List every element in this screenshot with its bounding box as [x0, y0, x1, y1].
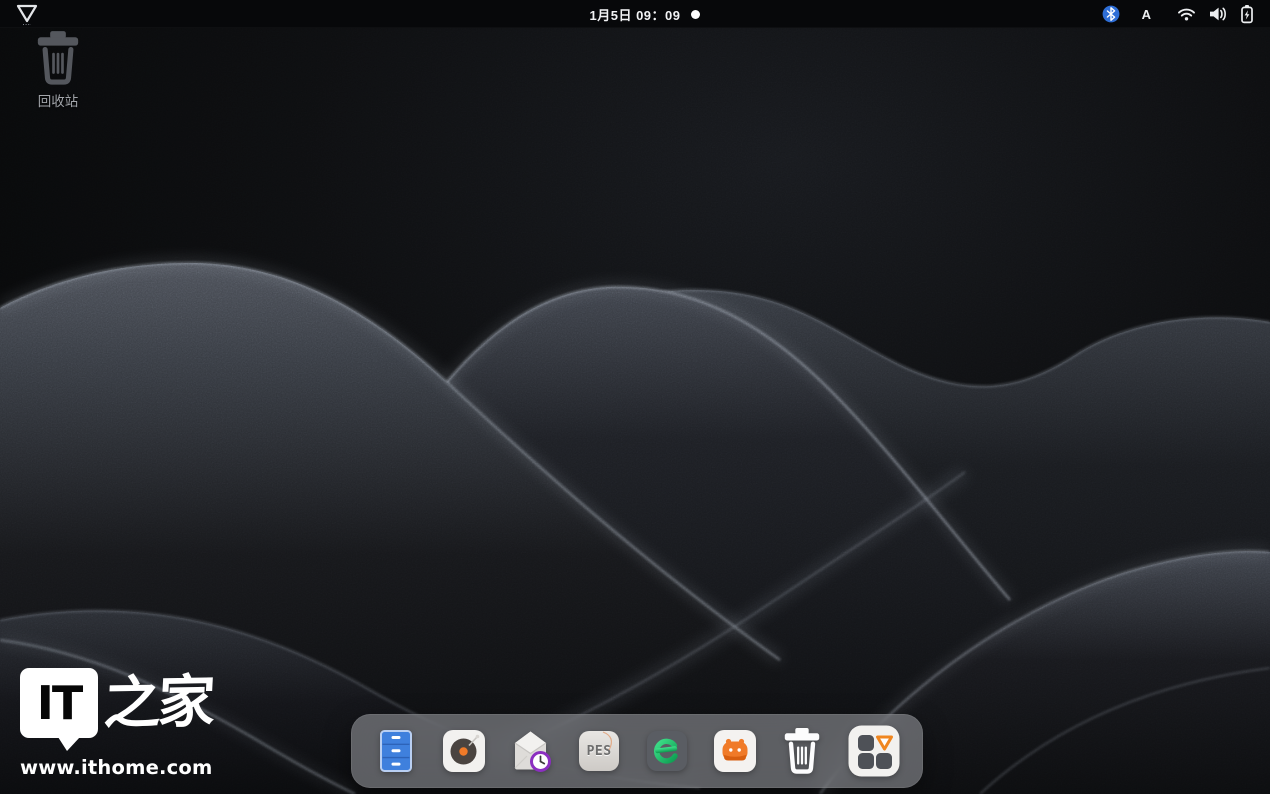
datetime-label: 1月5日 09：09	[590, 5, 681, 24]
dock-item-mail-schedule[interactable]	[508, 728, 554, 774]
input-method-indicator[interactable]: A	[1142, 0, 1151, 28]
trash-icon	[780, 727, 824, 775]
file-manager-icon	[373, 728, 419, 774]
browser-icon	[644, 728, 690, 774]
bluetooth-icon[interactable]	[1102, 0, 1120, 28]
mail-icon	[508, 728, 554, 774]
dock: PES	[351, 714, 923, 788]
ithome-logo-bubble: IT	[20, 668, 98, 738]
dock-item-music-player[interactable]	[441, 728, 487, 774]
status-indicator-dot	[691, 10, 700, 19]
pes-app-label: PES	[576, 728, 622, 774]
menu-bar: 1月5日 09：09 A	[0, 0, 1270, 28]
ithome-logo-calligraphy: 之家	[102, 667, 214, 739]
battery-charging-icon[interactable]	[1238, 0, 1256, 28]
desktop-icon-recycle-bin[interactable]: 回收站	[17, 30, 99, 110]
desktop: 1月5日 09：09 A	[0, 0, 1270, 794]
recycle-bin-icon	[32, 30, 84, 86]
dock-item-browser[interactable]	[644, 728, 690, 774]
dock-item-app-launcher[interactable]	[847, 724, 901, 778]
dock-item-trash[interactable]	[779, 728, 825, 774]
dock-item-ai-assistant[interactable]	[712, 728, 758, 774]
music-player-icon	[441, 728, 487, 774]
ithome-url: www.ithome.com	[20, 756, 213, 779]
recycle-bin-label: 回收站	[38, 90, 79, 110]
ithome-watermark: IT 之家 www.ithome.com	[20, 668, 213, 779]
wifi-icon[interactable]	[1177, 0, 1196, 28]
menu-bar-clock[interactable]: 1月5日 09：09	[590, 0, 681, 28]
dock-item-file-manager[interactable]	[373, 728, 419, 774]
system-menu-logo-icon[interactable]	[14, 2, 40, 26]
volume-icon[interactable]	[1208, 0, 1228, 28]
app-launcher-icon	[847, 724, 901, 778]
dock-item-pes-app[interactable]: PES	[576, 728, 622, 774]
ithome-logo-text: IT	[37, 676, 82, 730]
ai-assistant-icon	[712, 728, 758, 774]
